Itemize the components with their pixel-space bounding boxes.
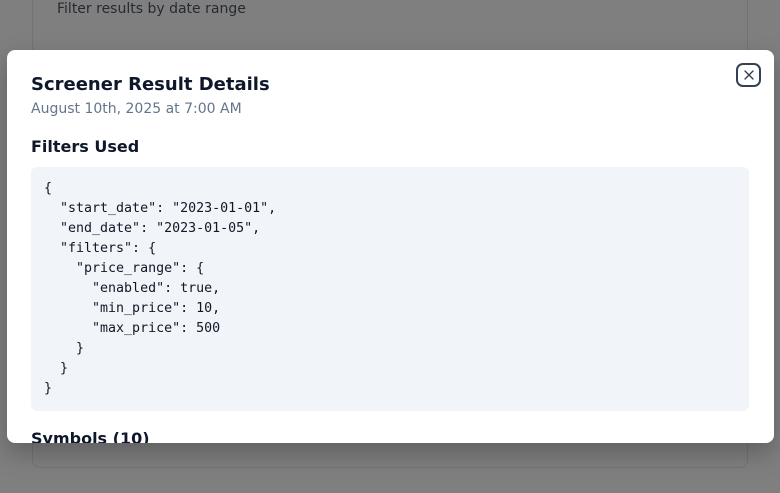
dialog-title: Screener Result Details	[31, 74, 270, 95]
filters-json-text: { "start_date": "2023-01-01", "end_date"…	[44, 181, 277, 396]
filters-json-block: { "start_date": "2023-01-01", "end_date"…	[31, 167, 749, 411]
screener-result-dialog: Screener Result Details August 10th, 202…	[7, 50, 774, 443]
symbols-heading: Symbols (10)	[31, 429, 150, 443]
dialog-timestamp: August 10th, 2025 at 7:00 AM	[31, 101, 242, 117]
filters-used-heading: Filters Used	[31, 137, 140, 156]
close-button[interactable]	[736, 63, 761, 87]
x-circle-icon	[743, 70, 754, 80]
